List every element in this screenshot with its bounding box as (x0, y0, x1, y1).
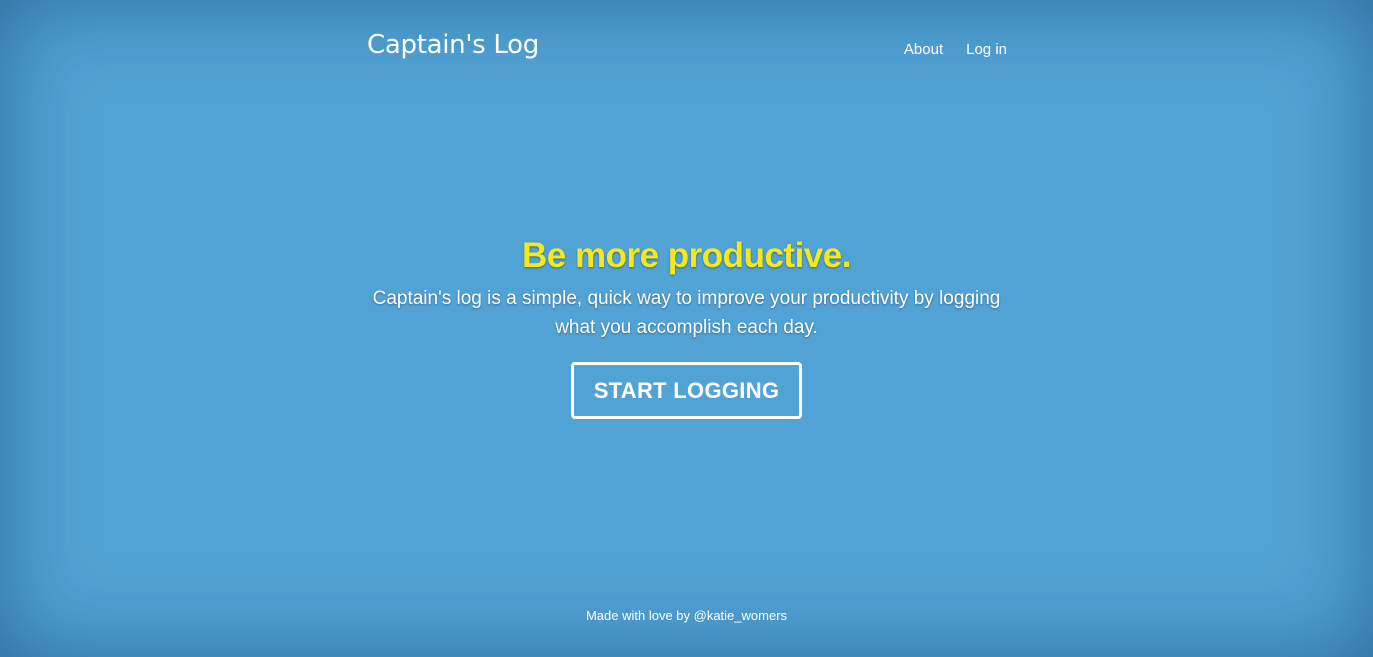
footer-credit-text: Made with love by @katie_womers (585, 608, 788, 623)
site-footer: Made with love by @katie_womers (0, 608, 1373, 623)
nav-link-login[interactable]: Log in (966, 41, 1007, 58)
site-header: Captain's Log About Log in (367, 28, 1007, 68)
brand-logo-link[interactable]: Captain's Log (367, 30, 539, 60)
start-logging-button[interactable]: START LOGGING (570, 362, 803, 419)
nav-link-about[interactable]: About (904, 41, 943, 58)
hero-subtitle: Captain's log is a simple, quick way to … (372, 288, 1001, 338)
hero-title: Be more productive. (522, 236, 851, 275)
hero-section: Be more productive. Captain's log is a s… (0, 234, 1373, 419)
top-nav: About Log in (904, 41, 1007, 58)
